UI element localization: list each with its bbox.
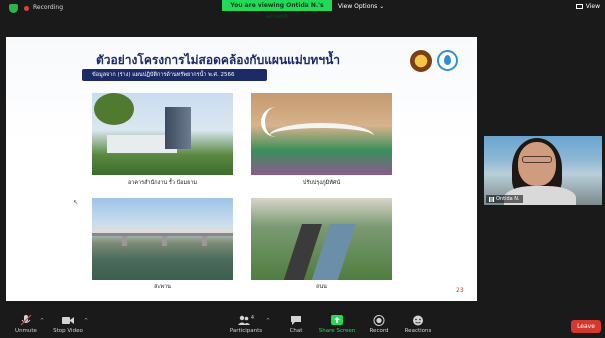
- share-screen-button[interactable]: Share Screen: [317, 315, 357, 334]
- meeting-window: Recording You are viewing Ontida N.'s sc…: [0, 0, 605, 338]
- bridge-pier-shape: [162, 236, 167, 246]
- photo-office-building: [92, 93, 233, 175]
- stop-video-button[interactable]: Stop Video: [48, 315, 88, 334]
- viewing-banner: You are viewing Ontida N.'s screen: [222, 0, 332, 20]
- bridge-pier-shape: [122, 236, 127, 246]
- chat-label: Chat: [289, 328, 303, 334]
- water-agency-logo: [437, 50, 458, 71]
- video-icon: [62, 317, 74, 324]
- photo-bridge: [92, 198, 233, 280]
- participant-video-tile[interactable]: Ontida N.: [484, 136, 602, 205]
- gallery-view-icon: [575, 4, 583, 9]
- bridge-pier-shape: [202, 236, 207, 246]
- participant-name: Ontida N.: [496, 196, 520, 202]
- slide-title: ตัวอย่างโครงการไม่สอดคล้องกับแผนแม่บทฯน้…: [96, 53, 341, 67]
- participants-options-chevron-icon[interactable]: ^: [266, 318, 270, 324]
- participants-icon: [237, 315, 250, 325]
- tower-building-shape: [165, 107, 191, 149]
- chat-button[interactable]: Chat: [276, 315, 316, 334]
- stop-video-label: Stop Video: [53, 328, 83, 334]
- record-label: Record: [369, 328, 389, 334]
- top-bar: Recording You are viewing Ontida N.'s sc…: [0, 0, 605, 20]
- tree-shape: [94, 93, 134, 125]
- ministry-seal-logo: [410, 50, 432, 72]
- caption-road: ถนน: [316, 284, 327, 290]
- audio-options-chevron-icon[interactable]: ^: [40, 318, 44, 324]
- chat-icon: [291, 316, 301, 325]
- curve-shape: [261, 107, 291, 137]
- mouse-cursor-icon: ↖: [73, 199, 79, 206]
- participants-label: Participants: [229, 328, 263, 334]
- participant-glasses-shape: [522, 156, 552, 163]
- caption-office-building: อาคารสำนักงาน รั้ว ป้อมยาม: [127, 180, 198, 186]
- photo-landscape: [251, 93, 392, 175]
- participants-button[interactable]: 4 Participants: [226, 315, 266, 334]
- view-options-button[interactable]: View Options ⌄: [338, 2, 384, 11]
- video-options-chevron-icon[interactable]: ^: [84, 318, 88, 324]
- participant-name-tag: Ontida N.: [486, 195, 523, 203]
- mic-muted-icon: [20, 315, 32, 326]
- slide-subtitle: ข้อมูลจาก (ร่าง) แผนปฏิบัติการด้านทรัพยา…: [82, 69, 267, 81]
- record-icon: [373, 315, 385, 326]
- view-options-label: View Options: [338, 3, 378, 10]
- reactions-label: Reactions: [404, 328, 432, 334]
- signal-strength-icon: [489, 196, 494, 202]
- reactions-icon: [413, 315, 423, 326]
- caption-bridge: สะพาน: [154, 284, 171, 290]
- participant-face-shape: [518, 142, 556, 186]
- bridge-deck-shape: [92, 228, 233, 236]
- view-button[interactable]: View: [575, 3, 600, 10]
- recording-label: Recording: [33, 4, 64, 11]
- recording-dot-icon: [24, 6, 29, 11]
- meeting-toolbar: Unmute ^ Stop Video ^ 4 Participants ^ C…: [0, 311, 605, 338]
- participants-count: 4: [250, 315, 255, 321]
- caption-landscape: ปรับปรุงภูมิทัศน์: [302, 180, 341, 186]
- shared-screen: ตัวอย่างโครงการไม่สอดคล้องกับแผนแม่บทฯน้…: [6, 37, 477, 301]
- share-screen-label: Share Screen: [318, 328, 356, 334]
- reactions-button[interactable]: Reactions: [398, 315, 438, 334]
- record-button[interactable]: Record: [359, 315, 399, 334]
- security-shield-icon[interactable]: [9, 4, 18, 13]
- leave-button[interactable]: Leave: [571, 320, 601, 333]
- view-label: View: [585, 3, 600, 10]
- chevron-down-icon: ⌄: [379, 3, 385, 10]
- share-screen-icon: [331, 315, 343, 325]
- unmute-label: Unmute: [15, 328, 37, 334]
- slide-page-number: 23: [456, 287, 464, 294]
- photo-road: [251, 198, 392, 280]
